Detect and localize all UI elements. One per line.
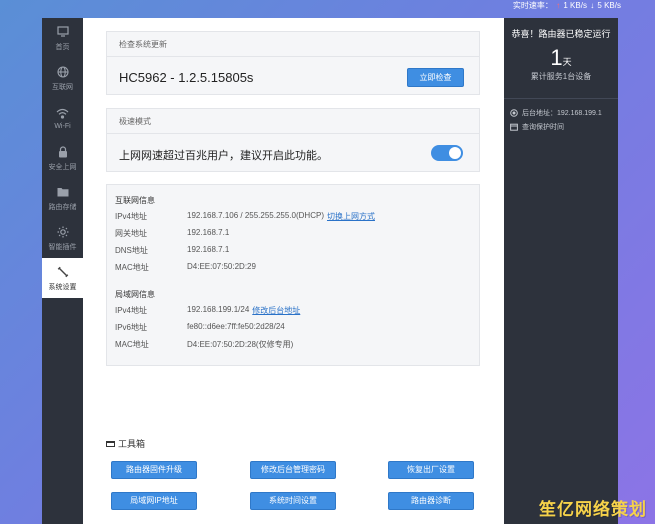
sidebar-item-wifi[interactable]: Wi-Fi — [42, 98, 83, 138]
main-content: 检查系统更新 HC5962 - 1.2.5.15805s 立即检查 极速模式 上… — [83, 18, 504, 524]
divider — [504, 98, 618, 99]
system-time-button[interactable]: 系统时间设置 — [250, 492, 336, 510]
lock-icon — [56, 145, 70, 159]
sidebar-item-label: 智能插件 — [48, 243, 77, 251]
uptime-days: 1天 — [504, 45, 618, 71]
sidebar-item-label: 系统设置 — [48, 283, 77, 291]
factory-reset-button[interactable]: 恢复出厂设置 — [388, 461, 474, 479]
download-speed: 5 KB/s — [597, 1, 621, 10]
wrench-icon — [56, 265, 70, 279]
sidebar-item-security[interactable]: 安全上网 — [42, 138, 83, 178]
speed-mode-toggle[interactable] — [431, 145, 463, 161]
network-info-card: 互联网信息 IPv4地址 192.168.7.106 / 255.255.255… — [106, 184, 480, 366]
info-key: MAC地址 — [115, 263, 149, 272]
info-key: IPv6地址 — [115, 323, 148, 332]
gear-icon — [56, 225, 70, 239]
sidebar-item-label: Wi-Fi — [54, 123, 71, 130]
lan-ip-button[interactable]: 局域网IP地址 — [111, 492, 197, 510]
sidebar-item-storage[interactable]: 路由存储 — [42, 178, 83, 218]
toolbox-title: 工具箱 — [106, 437, 145, 450]
modify-backend-address-link[interactable]: 修改后台地址 — [252, 305, 300, 316]
upload-speed: 1 KB/s — [563, 1, 587, 10]
upload-arrow-icon: ↑ — [556, 1, 561, 10]
internet-info-title: 互联网信息 — [115, 196, 155, 205]
speed-mode-description: 上网网速超过百兆用户，建议开启此功能。 — [119, 150, 328, 162]
info-value: 192.168.7.106 / 255.255.255.0(DHCP) — [187, 211, 324, 220]
info-key: IPv4地址 — [115, 306, 148, 315]
sidebar-nav: 首页 互联网 Wi-Fi 安全上网 路由存储 智能插件 系统设置 — [42, 18, 83, 524]
sidebar-item-label: 安全上网 — [48, 163, 77, 171]
info-key: MAC地址 — [115, 340, 149, 349]
info-row: IPv4地址 192.168.199.1/24 修改后台地址 — [115, 305, 465, 316]
card-title: 极速模式 — [107, 109, 479, 134]
realtime-speed-bar: 实时速率： ↑ 1 KB/s ↓ 5 KB/s — [0, 0, 655, 14]
info-row: IPv4地址 192.168.7.106 / 255.255.255.0(DHC… — [115, 211, 465, 222]
wifi-icon — [56, 106, 70, 120]
info-value: D4:EE:07:50:2D:28(仅修专用) — [187, 340, 294, 349]
switch-connection-link[interactable]: 切换上网方式 — [327, 211, 375, 222]
sidebar-item-plugins[interactable]: 智能插件 — [42, 218, 83, 258]
firmware-version: HC5962 - 1.2.5.15805s — [119, 70, 254, 85]
sidebar-item-home[interactable]: 首页 — [42, 18, 83, 58]
backend-address-text: 后台地址：192.168.199.1 — [522, 110, 602, 117]
folder-icon — [56, 185, 70, 199]
toolbox-icon — [106, 440, 115, 447]
card-title: 检查系统更新 — [107, 32, 479, 57]
info-key: DNS地址 — [115, 246, 148, 255]
toolbox-title-text: 工具箱 — [118, 439, 146, 449]
speed-mode-card: 极速模式 上网网速超过百兆用户，建议开启此功能。 — [106, 108, 480, 172]
sidebar-item-label: 互联网 — [52, 83, 73, 91]
info-row: 网关地址 192.168.7.1 — [115, 228, 465, 239]
system-update-card: 检查系统更新 HC5962 - 1.2.5.15805s 立即检查 — [106, 31, 480, 95]
watermark: 笙亿网络策划 — [539, 500, 647, 519]
router-diagnosis-button[interactable]: 路由器诊断 — [388, 492, 474, 510]
uptime-welcome: 恭喜！路由器已稳定运行 — [511, 29, 611, 39]
protect-time-text: 查询保护时间 — [522, 124, 564, 131]
info-row: IPv6地址 fe80::d6ee:7ff:fe50:2d28/24 — [115, 322, 465, 333]
info-value: 192.168.199.1/24 — [187, 305, 250, 314]
info-value: 192.168.7.1 — [187, 228, 230, 237]
info-row: MAC地址 D4:EE:07:50:2D:29 — [115, 262, 465, 273]
monitor-icon — [56, 25, 70, 39]
speed-label: 实时速率： — [512, 1, 553, 10]
location-icon — [510, 109, 518, 117]
info-key: IPv4地址 — [115, 212, 148, 221]
download-arrow-icon: ↓ — [590, 1, 595, 10]
backend-address: 后台地址：192.168.199.1 — [510, 108, 602, 118]
protect-time[interactable]: 查询保护时间 — [510, 122, 564, 132]
globe-icon — [56, 65, 70, 79]
sidebar-item-system-settings[interactable]: 系统设置 — [42, 258, 83, 298]
calendar-icon — [510, 123, 518, 131]
status-panel: 恭喜！路由器已稳定运行 1天 累计服务1台设备 后台地址：192.168.199… — [504, 18, 618, 524]
change-admin-password-button[interactable]: 修改后台管理密码 — [250, 461, 336, 479]
toggle-knob — [449, 147, 461, 159]
info-value: fe80::d6ee:7ff:fe50:2d28/24 — [187, 322, 285, 331]
info-key: 网关地址 — [115, 229, 147, 238]
info-row: DNS地址 192.168.7.1 — [115, 245, 465, 256]
served-devices: 累计服务1台设备 — [530, 72, 592, 81]
check-update-button[interactable]: 立即检查 — [407, 68, 464, 87]
info-row: MAC地址 D4:EE:07:50:2D:28(仅修专用) — [115, 339, 465, 350]
firmware-upgrade-button[interactable]: 路由器固件升级 — [111, 461, 197, 479]
sidebar-item-label: 路由存储 — [48, 203, 77, 211]
lan-info-title: 局域网信息 — [115, 290, 155, 299]
sidebar-item-internet[interactable]: 互联网 — [42, 58, 83, 98]
info-value: 192.168.7.1 — [187, 245, 230, 254]
sidebar-item-label: 首页 — [55, 43, 70, 51]
info-value: D4:EE:07:50:2D:29 — [187, 262, 256, 271]
uptime-days-number: 1 — [550, 45, 563, 70]
uptime-days-unit: 天 — [562, 57, 572, 67]
